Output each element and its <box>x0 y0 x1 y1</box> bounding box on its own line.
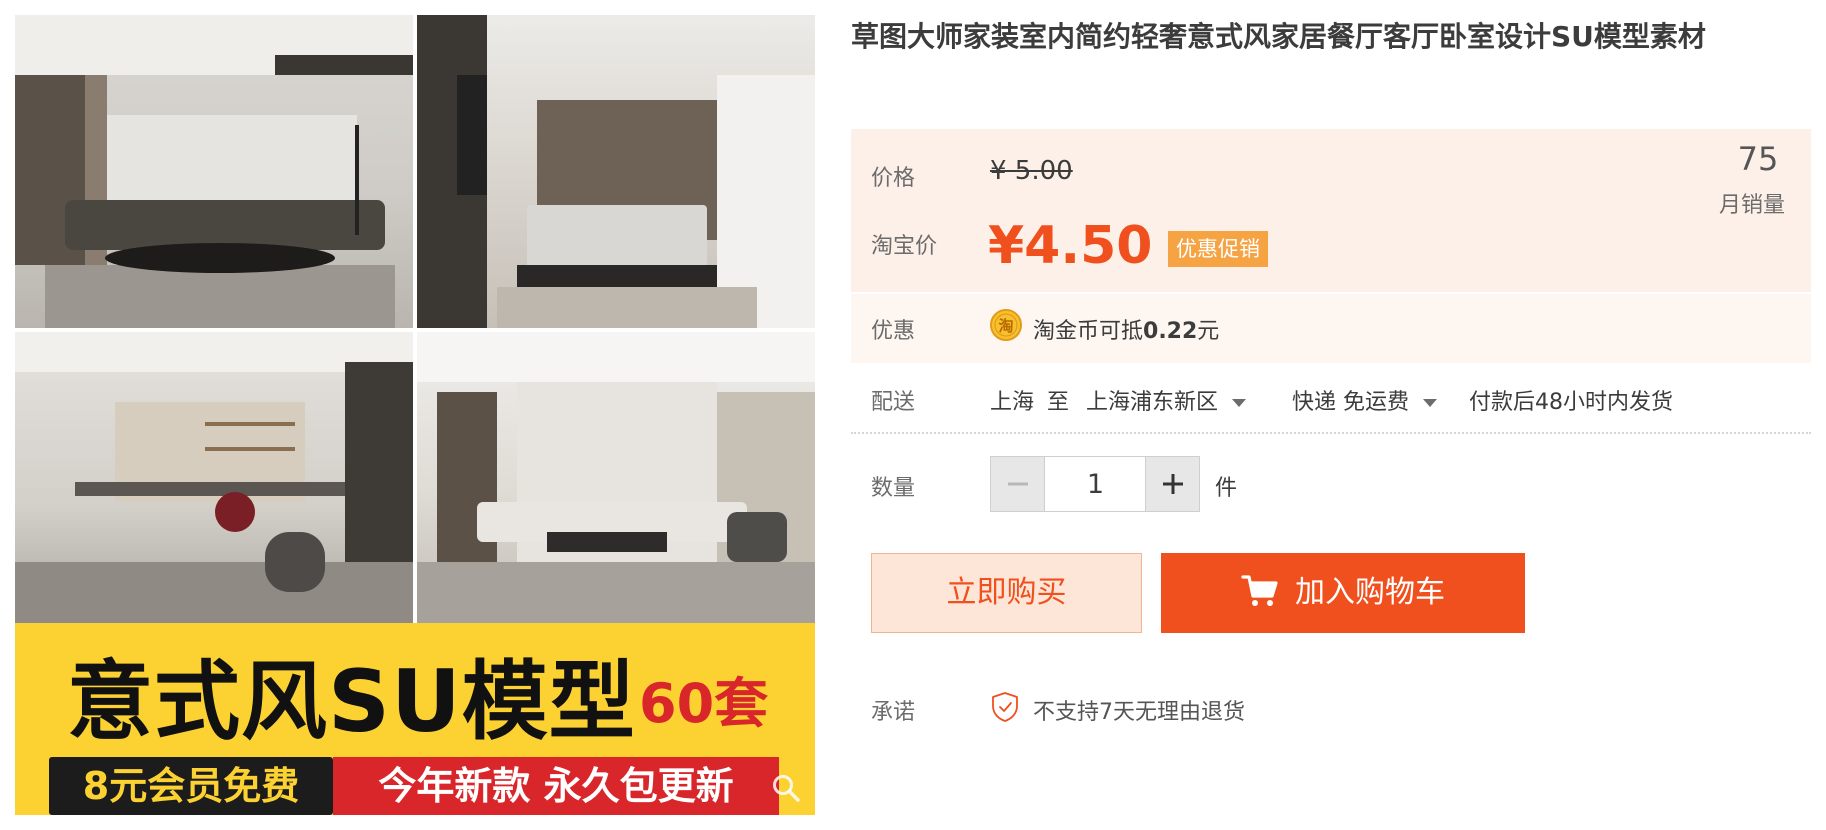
lounge-photo <box>417 332 815 623</box>
taobao-price-label: 淘宝价 <box>871 234 938 259</box>
promo-tag[interactable]: 优惠促销 <box>1168 231 1268 267</box>
taojinbi-coin-icon: 淘 <box>990 309 1022 341</box>
decrease-button[interactable] <box>991 457 1045 511</box>
study-room-photo <box>15 332 413 623</box>
banner-count: 60套 <box>639 672 769 735</box>
shipping-method-selector[interactable]: 快递 免运费 <box>1292 384 1437 416</box>
product-image[interactable]: 意式风SU模型 60套 8元会员免费 今年新款 永久包更新 <box>15 15 815 815</box>
promise-label: 承诺 <box>871 700 916 725</box>
product-title: 草图大师家装室内简约轻奢意式风家居餐厅客厅卧室设计SU模型素材 <box>851 20 1706 53</box>
buy-now-button[interactable]: 立即购买 <box>871 553 1142 633</box>
chevron-down-icon <box>1232 399 1247 407</box>
sale-price: ¥4.50 <box>988 216 1153 276</box>
zoom-icon[interactable] <box>771 773 801 803</box>
quantity-label: 数量 <box>871 476 916 501</box>
living-room-photo <box>15 15 413 328</box>
promise-text: 不支持7天无理由退货 <box>1033 700 1245 725</box>
shield-check-icon <box>992 692 1018 722</box>
monthly-sales-label: 月销量 <box>1719 193 1786 218</box>
section-divider <box>851 432 1811 434</box>
minus-icon <box>1008 482 1028 486</box>
price-label: 价格 <box>871 166 916 191</box>
coin-text-suffix: 元 <box>1197 319 1220 344</box>
quantity-input[interactable] <box>1046 457 1145 511</box>
monthly-sales-count: 75 <box>1737 140 1779 178</box>
banner-title: 意式风SU模型 <box>67 652 636 752</box>
coin-text-prefix: 淘金币可抵 <box>1033 319 1144 344</box>
quantity-stepper <box>990 456 1200 512</box>
banner-update-note: 今年新款 永久包更新 <box>333 757 779 815</box>
coin-amount: 0.22 <box>1143 319 1198 344</box>
shipping-method-text: 快递 免运费 <box>1292 390 1409 415</box>
banner-member-free: 8元会员免费 <box>49 757 333 815</box>
cart-icon <box>1241 574 1278 606</box>
coin-discount-text: 淘金币可抵0.22元 <box>1033 313 1219 345</box>
bedroom-photo <box>417 15 815 328</box>
increase-button[interactable] <box>1145 457 1199 511</box>
ship-time: 付款后48小时内发货 <box>1469 390 1673 415</box>
chevron-down-icon <box>1423 399 1437 407</box>
add-to-cart-label: 加入购物车 <box>1295 575 1445 610</box>
coin-icon-glyph: 淘 <box>997 317 1013 335</box>
quantity-unit: 件 <box>1215 476 1238 501</box>
original-price: ¥ 5.00 <box>990 156 1073 186</box>
plus-icon <box>1163 474 1183 494</box>
delivery-label: 配送 <box>871 390 916 415</box>
destination-text: 上海浦东新区 <box>1086 390 1219 415</box>
ship-from: 上海 <box>990 390 1035 415</box>
add-to-cart-button[interactable]: 加入购物车 <box>1161 553 1525 633</box>
promo-banner: 意式风SU模型 60套 8元会员免费 今年新款 永久包更新 <box>15 623 815 815</box>
destination-selector[interactable]: 上海浦东新区 <box>1086 384 1247 416</box>
ship-to-word: 至 <box>1047 390 1070 415</box>
discount-label: 优惠 <box>871 319 916 344</box>
